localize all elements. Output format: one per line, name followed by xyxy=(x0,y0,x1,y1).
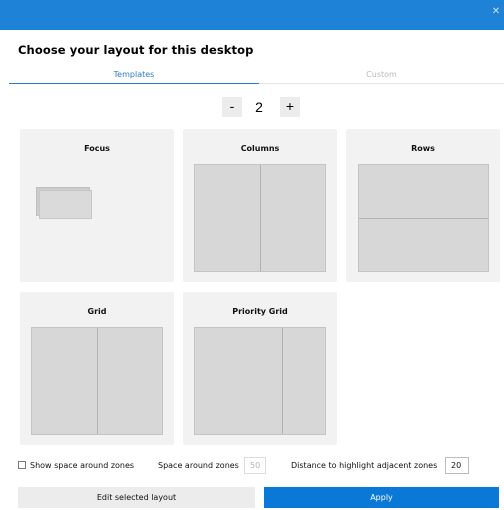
template-label: Focus xyxy=(84,144,110,153)
template-label: Columns xyxy=(240,144,280,153)
space-around-label: Space around zones xyxy=(158,461,239,470)
template-priority-grid[interactable]: Priority Grid xyxy=(183,292,337,445)
layout-editor-window: ✕ Choose your layout for this desktop Te… xyxy=(0,0,504,510)
apply-button[interactable]: Apply xyxy=(264,487,499,508)
layout-tabs: Templates Custom xyxy=(9,67,504,84)
zone-divider xyxy=(359,218,488,219)
priority-grid-preview xyxy=(194,327,326,435)
template-label: Priority Grid xyxy=(232,307,288,316)
increase-zones-button[interactable]: + xyxy=(280,97,300,117)
template-focus[interactable]: Focus xyxy=(20,129,174,282)
rows-preview xyxy=(358,164,489,272)
grid-preview xyxy=(31,327,163,435)
space-around-input[interactable]: 50 xyxy=(244,457,266,474)
zone-count: 2 xyxy=(255,99,263,115)
show-space-label: Show space around zones xyxy=(30,461,135,470)
template-label: Grid xyxy=(87,307,107,316)
close-icon[interactable]: ✕ xyxy=(488,0,504,30)
template-grid[interactable]: Grid xyxy=(20,292,174,445)
focus-zone-front xyxy=(39,190,92,219)
distance-label: Distance to highlight adjacent zones xyxy=(291,461,438,470)
tab-custom[interactable]: Custom xyxy=(259,67,504,84)
edit-layout-button[interactable]: Edit selected layout xyxy=(18,487,255,508)
template-columns[interactable]: Columns xyxy=(183,129,337,282)
zone-divider xyxy=(260,165,261,271)
decrease-zones-button[interactable]: - xyxy=(222,97,242,117)
template-rows[interactable]: Rows xyxy=(346,129,500,282)
show-space-checkbox[interactable] xyxy=(18,461,26,469)
page-title: Choose your layout for this desktop xyxy=(18,43,254,57)
distance-input[interactable]: 20 xyxy=(445,457,469,474)
template-label: Rows xyxy=(411,144,435,153)
settings-row: Show space around zones Space around zon… xyxy=(18,457,504,474)
title-bar[interactable]: ✕ xyxy=(0,0,504,30)
tab-templates[interactable]: Templates xyxy=(9,67,259,84)
zone-divider xyxy=(282,328,283,434)
zone-divider xyxy=(97,328,98,434)
columns-preview xyxy=(194,164,326,272)
